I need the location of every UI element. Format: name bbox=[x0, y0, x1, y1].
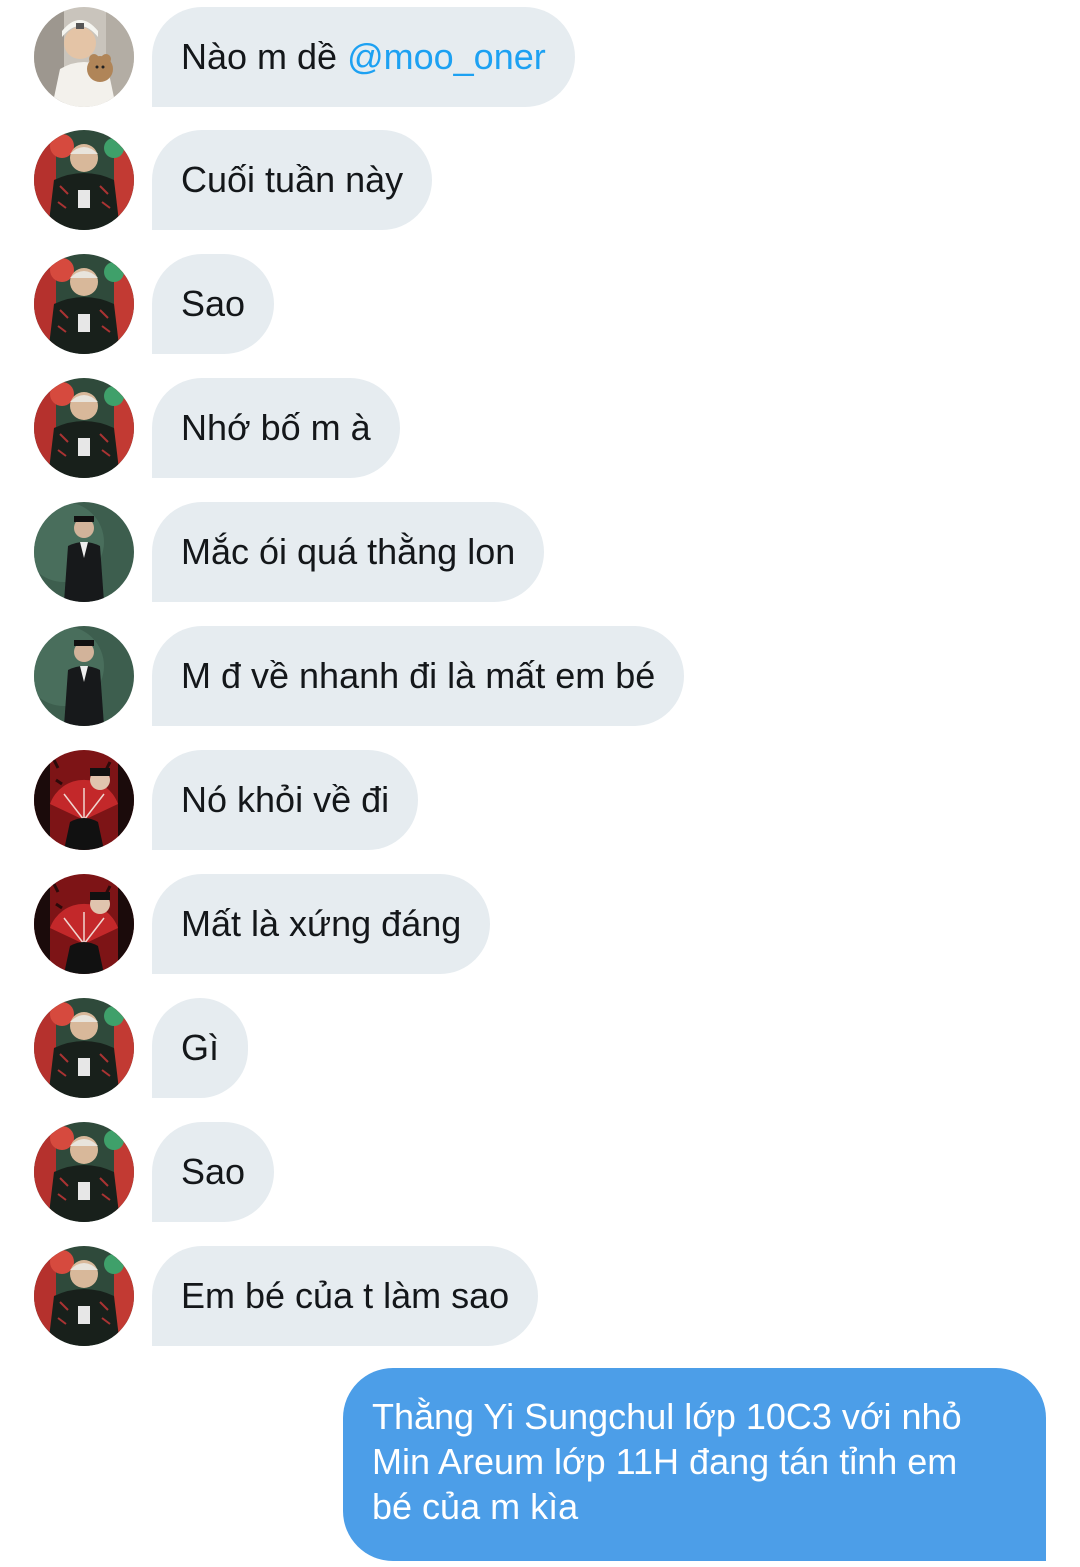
user-jersey-avatar[interactable] bbox=[34, 1246, 134, 1346]
sent-message-line: bé của m kìa bbox=[372, 1486, 579, 1527]
message-bubble[interactable]: Mất là xứng đáng bbox=[152, 874, 491, 974]
message-row: Sao bbox=[0, 251, 1080, 355]
message-bubble[interactable]: Nó khỏi về đi bbox=[152, 750, 419, 850]
user-jersey-avatar[interactable] bbox=[34, 998, 134, 1098]
message-row: Cuối tuần này bbox=[0, 127, 1080, 231]
message-bubble[interactable]: Em bé của t làm sao bbox=[152, 1246, 539, 1346]
message-bubble[interactable]: Nào m dề @moo_oner bbox=[152, 7, 575, 107]
message-text: Sao bbox=[181, 283, 246, 324]
message-row: M đ về nhanh đi là mất em bé bbox=[0, 623, 1080, 727]
message-bubble[interactable]: Nhớ bố m à bbox=[152, 378, 400, 478]
message-bubble[interactable]: Gì bbox=[152, 998, 249, 1098]
message-bubble[interactable]: M đ về nhanh đi là mất em bé bbox=[152, 626, 685, 726]
sent-message-line: Thằng Yi Sungchul lớp 10C3 với nhỏ bbox=[372, 1396, 962, 1437]
user-suit-avatar[interactable] bbox=[34, 502, 134, 602]
message-row: Mắc ói quá thằng lon bbox=[0, 499, 1080, 603]
message-text: Gì bbox=[181, 1027, 220, 1068]
user-suit-avatar[interactable] bbox=[34, 626, 134, 726]
sent-message-bubble[interactable]: Thằng Yi Sungchul lớp 10C3 với nhỏ Min A… bbox=[343, 1368, 1046, 1561]
message-text: M đ về nhanh đi là mất em bé bbox=[181, 655, 656, 696]
message-text: Nhớ bố m à bbox=[181, 407, 371, 448]
message-row: Sao bbox=[0, 1119, 1080, 1223]
sent-message-line: Min Areum lớp 11H đang tán tỉnh em bbox=[372, 1441, 958, 1482]
message-text: Mắc ói quá thằng lon bbox=[181, 531, 516, 572]
user-jersey-avatar[interactable] bbox=[34, 130, 134, 230]
message-text: Mất là xứng đáng bbox=[181, 903, 462, 944]
message-thread: Nào m dề @moo_oner Cuối tuần này Sao Nhớ… bbox=[0, 0, 1080, 1567]
message-bubble[interactable]: Cuối tuần này bbox=[152, 130, 433, 230]
user-mittens-avatar[interactable] bbox=[34, 7, 134, 107]
user-jersey-avatar[interactable] bbox=[34, 378, 134, 478]
user-jersey-avatar[interactable] bbox=[34, 254, 134, 354]
message-text: Cuối tuần này bbox=[181, 159, 404, 200]
user-redfan-avatar[interactable] bbox=[34, 750, 134, 850]
message-bubble[interactable]: Mắc ói quá thằng lon bbox=[152, 502, 545, 602]
mention-link[interactable]: @moo_oner bbox=[347, 36, 546, 77]
message-bubble[interactable]: Sao bbox=[152, 1122, 275, 1222]
message-text: Nào m dề bbox=[181, 36, 348, 77]
user-jersey-avatar[interactable] bbox=[34, 1122, 134, 1222]
message-row: Nào m dề @moo_oner bbox=[0, 4, 1080, 108]
message-row: Nó khỏi về đi bbox=[0, 747, 1080, 851]
message-text: Nó khỏi về đi bbox=[181, 779, 390, 820]
message-bubble[interactable]: Sao bbox=[152, 254, 275, 354]
message-row: Gì bbox=[0, 995, 1080, 1099]
message-row: Nhớ bố m à bbox=[0, 375, 1080, 479]
message-text: Sao bbox=[181, 1151, 246, 1192]
message-row: Em bé của t làm sao bbox=[0, 1243, 1080, 1347]
message-row: Mất là xứng đáng bbox=[0, 871, 1080, 975]
message-text: Em bé của t làm sao bbox=[181, 1275, 510, 1316]
user-redfan-avatar[interactable] bbox=[34, 874, 134, 974]
